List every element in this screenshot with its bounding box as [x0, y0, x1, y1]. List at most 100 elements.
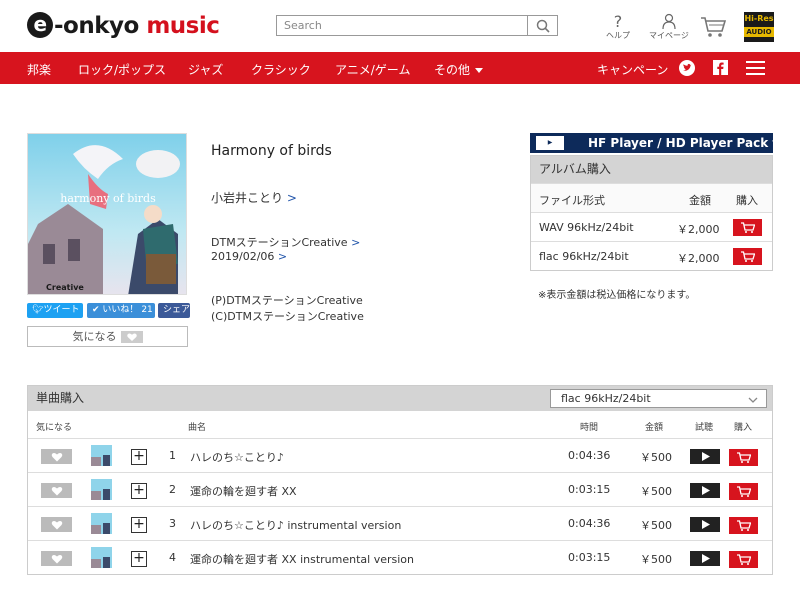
tax-note: ※表示金額は税込価格になります。 — [538, 290, 696, 301]
nav-item-rock-pops[interactable]: ロック/ポップス — [78, 61, 166, 78]
nav-item-other-label: その他 — [434, 63, 471, 77]
nav-item-campaign[interactable]: キャンペーン — [597, 61, 668, 78]
onkyo-player-logo: ▶︎ — [536, 136, 564, 150]
nav-item-other[interactable]: その他 — [434, 61, 484, 78]
track-favorite-button[interactable] — [41, 483, 72, 498]
play-icon — [701, 486, 710, 495]
nav-item-hougaku[interactable]: 邦楽 — [27, 61, 51, 78]
search-button[interactable] — [527, 16, 557, 35]
album-title: Harmony of birds — [211, 143, 332, 159]
cart-icon — [701, 17, 726, 37]
add-to-playlist-button[interactable]: + — [131, 517, 147, 533]
menu-hamburger-icon[interactable] — [746, 61, 765, 78]
like-button[interactable]: ✔ いいね！ 21 — [87, 303, 155, 318]
preview-play-button[interactable] — [690, 483, 720, 498]
album-cover: harmony of birds Creative — [27, 133, 187, 295]
col-time: 時間 — [580, 423, 599, 433]
tweet-button[interactable]: 🐦︎ツイート — [27, 303, 83, 318]
heart-icon — [120, 331, 143, 343]
single-purchase-title: 単曲購入 — [36, 391, 85, 405]
label-link[interactable]: DTMステーションCreative > — [211, 234, 360, 250]
preview-play-button[interactable] — [690, 551, 720, 566]
arrow-right-icon: > — [286, 191, 297, 205]
release-date-link[interactable]: 2019/02/06 > — [211, 250, 287, 263]
add-to-playlist-button[interactable]: + — [131, 449, 147, 465]
track-thumbnail — [91, 479, 112, 500]
player-pack-banner[interactable]: ▶︎ HF Player / HD Player Pack for iOS & … — [530, 133, 773, 153]
track-time: 0:04:36 — [568, 517, 611, 530]
track-cart-button[interactable] — [729, 483, 758, 500]
hires-audio-logo[interactable]: Hi-Res AUDIO — [744, 12, 774, 42]
artist-link[interactable]: 小岩井ことり > — [211, 189, 297, 206]
chevron-down-icon — [748, 393, 758, 410]
format-select-value: flac 96kHz/24bit — [561, 392, 651, 405]
artist-name: 小岩井ことり — [211, 191, 284, 205]
cart-icon — [740, 222, 755, 233]
track-favorite-button[interactable] — [41, 551, 72, 566]
track-cart-button[interactable] — [729, 517, 758, 534]
facebook-icon[interactable] — [713, 60, 728, 75]
search-bar — [276, 15, 558, 36]
heart-icon — [51, 554, 62, 563]
track-title[interactable]: ハレのち☆ことり♪ instrumental version — [190, 517, 401, 533]
mypage-link[interactable]: マイページ — [649, 13, 689, 41]
format-price: ￥2,000 — [677, 252, 720, 265]
nav-item-classic[interactable]: クラシック — [251, 61, 311, 78]
twitter-icon[interactable] — [679, 60, 695, 79]
col-favorite: 気になる — [36, 423, 73, 433]
heart-icon — [51, 486, 62, 495]
album-purchase-header: アルバム購入 — [531, 156, 772, 183]
track-title[interactable]: 運命の輪を廻す者 XX — [190, 483, 297, 499]
add-to-playlist-button[interactable]: + — [131, 483, 147, 499]
track-favorite-button[interactable] — [41, 449, 72, 464]
cover-label-text: Creative — [46, 283, 84, 292]
track-title[interactable]: ハレのち☆ことり♪ — [190, 449, 284, 465]
svg-text:?: ? — [614, 13, 623, 29]
search-input[interactable] — [277, 16, 527, 35]
cart-link[interactable] — [700, 16, 726, 39]
track-cart-button[interactable] — [729, 449, 758, 466]
play-icon — [701, 554, 710, 563]
preview-play-button[interactable] — [690, 449, 720, 464]
nav-item-anime-game[interactable]: アニメ/ゲーム — [335, 61, 410, 78]
track-favorite-button[interactable] — [41, 517, 72, 532]
add-to-playlist-button[interactable]: + — [131, 551, 147, 567]
track-title[interactable]: 運命の輪を廻す者 XX instrumental version — [190, 551, 414, 567]
cart-icon — [736, 554, 751, 565]
release-date: 2019/02/06 — [211, 250, 275, 263]
track-time: 0:03:15 — [568, 551, 611, 564]
album-cart-button-flac[interactable] — [733, 248, 762, 265]
track-row: + 2 運命の輪を廻す者 XX 0:03:15 ￥500 — [28, 472, 772, 506]
col-song: 曲名 — [188, 423, 207, 433]
col-listen: 試聴 — [695, 423, 714, 433]
cart-icon — [740, 251, 755, 262]
album-cart-button-wav[interactable] — [733, 219, 762, 236]
play-icon — [701, 520, 710, 529]
favorite-button[interactable]: 気になる — [27, 326, 188, 347]
main-nav: 邦楽 ロック/ポップス ジャズ クラシック アニメ/ゲーム その他 キャンペーン — [0, 52, 800, 84]
logo-music: music — [146, 13, 220, 39]
album-purchase-col-header: ファイル形式 金額 購入 — [531, 183, 772, 212]
preview-play-button[interactable] — [690, 517, 720, 532]
col-price: 金額 — [645, 423, 664, 433]
arrow-right-icon: > — [351, 236, 361, 249]
track-cart-button[interactable] — [729, 551, 758, 568]
col-buy: 購入 — [736, 194, 758, 207]
site-logo[interactable]: e -onkyo music — [27, 12, 220, 40]
format-name: flac 96kHz/24bit — [539, 250, 629, 263]
track-time: 0:03:15 — [568, 483, 611, 496]
like-label: いいね！ — [102, 305, 139, 315]
format-price: ￥2,000 — [677, 223, 720, 236]
cover-title-text: harmony of birds — [60, 192, 156, 205]
track-price: ￥500 — [640, 553, 672, 566]
check-icon: ✔ — [92, 305, 100, 315]
hires-top-text: Hi-Res — [744, 14, 774, 23]
share-button[interactable]: シェア — [158, 303, 190, 318]
help-link[interactable]: ? ヘルプ — [606, 13, 630, 41]
heart-icon — [51, 452, 62, 461]
p-line: (P)DTMステーションCreative — [211, 294, 363, 307]
nav-item-jazz[interactable]: ジャズ — [188, 61, 223, 78]
format-select[interactable]: flac 96kHz/24bit — [550, 389, 767, 408]
album-format-row: WAV 96kHz/24bit ￥2,000 — [531, 212, 772, 241]
mypage-label: マイページ — [649, 31, 689, 40]
